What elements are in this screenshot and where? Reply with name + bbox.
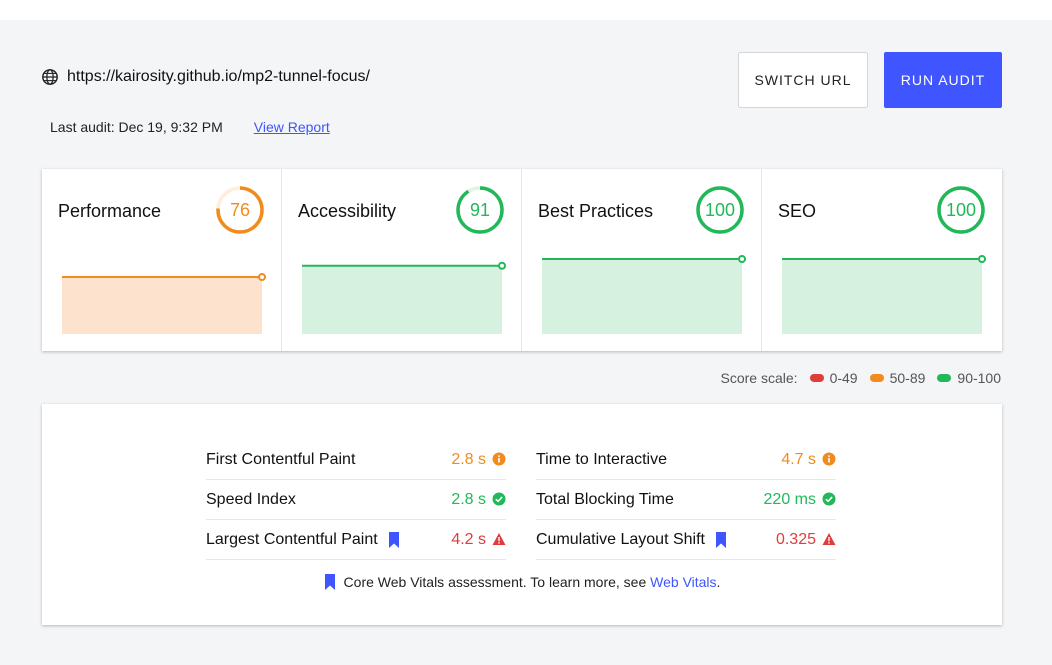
metric-row: First Contentful Paint 2.8 s bbox=[206, 440, 506, 480]
score-history-chart bbox=[542, 255, 746, 334]
score-cards: Performance 76 Accessibility 91 Best Pra… bbox=[42, 169, 1002, 351]
metric-label: Speed Index bbox=[206, 490, 296, 508]
metric-label-group: Largest Contentful Paint bbox=[206, 531, 400, 549]
scale-dot-poor bbox=[809, 374, 824, 382]
card-title: Accessibility bbox=[298, 201, 397, 221]
metrics-column-left: First Contentful Paint 2.8 s Speed Index 2.… bbox=[206, 440, 506, 560]
card-accessibility[interactable]: Accessibility 91 bbox=[282, 169, 522, 351]
history-point bbox=[258, 273, 266, 281]
view-report-link[interactable]: View Report bbox=[254, 119, 330, 135]
scale-range-average: 50-89 bbox=[889, 370, 926, 386]
score-scale-label: Score scale: bbox=[720, 370, 798, 386]
metric-label-group: Time to Interactive bbox=[536, 451, 667, 469]
metric-label-group: Total Blocking Time bbox=[536, 491, 674, 509]
metric-row: Cumulative Layout Shift 0.325 bbox=[536, 520, 836, 560]
score-history-chart bbox=[782, 255, 986, 334]
footnote-period: . bbox=[716, 574, 721, 590]
metric-value: 4.2 s bbox=[451, 530, 486, 548]
url-row: https://kairosity.github.io/mp2-tunnel-f… bbox=[41, 68, 370, 86]
history-point bbox=[498, 261, 506, 270]
globe-icon bbox=[42, 69, 58, 85]
scale-range-poor: 0-49 bbox=[829, 370, 858, 386]
metric-label-group: First Contentful Paint bbox=[206, 451, 355, 469]
score-value: 100 bbox=[704, 199, 736, 220]
metric-row: Largest Contentful Paint 4.2 s bbox=[206, 520, 506, 560]
run-audit-button[interactable]: RUN AUDIT bbox=[884, 52, 1002, 108]
info-circle-icon bbox=[492, 452, 506, 466]
audited-url: https://kairosity.github.io/mp2-tunnel-f… bbox=[67, 68, 370, 85]
switch-url-button[interactable]: SWITCH URL bbox=[738, 52, 868, 108]
history-point bbox=[978, 255, 986, 263]
metric-value: 2.8 s bbox=[451, 490, 486, 508]
metrics-column-right: Time to Interactive 4.7 s Total Blocking T… bbox=[536, 440, 836, 560]
history-area bbox=[542, 259, 742, 334]
metric-value: 2.8 s bbox=[451, 450, 486, 468]
metric-row: Time to Interactive 4.7 s bbox=[536, 440, 836, 480]
metric-value: 4.7 s bbox=[781, 450, 816, 468]
score-history-chart bbox=[62, 273, 266, 334]
metric-value: 220 ms bbox=[763, 490, 816, 508]
metric-label: Total Blocking Time bbox=[536, 490, 674, 508]
check-circle-icon bbox=[822, 492, 836, 506]
history-area bbox=[782, 259, 982, 334]
footnote-text: Core Web Vitals assessment. To learn mor… bbox=[343, 574, 647, 590]
metric-label: First Contentful Paint bbox=[206, 450, 356, 468]
score-value: 91 bbox=[469, 199, 491, 220]
metric-label-group: Cumulative Layout Shift bbox=[536, 531, 727, 549]
card-title: SEO bbox=[778, 201, 817, 221]
bookmark-icon bbox=[715, 531, 726, 548]
card-seo[interactable]: SEO 100 bbox=[762, 169, 1002, 351]
metric-value: 0.325 bbox=[775, 530, 816, 548]
metrics-panel: First Contentful Paint 2.8 s Speed Index 2.… bbox=[42, 404, 1002, 625]
score-value: 76 bbox=[229, 199, 251, 220]
bookmark-icon bbox=[324, 574, 335, 590]
core-web-vitals-note: Core Web Vitals assessment. To learn mor… bbox=[42, 574, 1002, 590]
metric-row: Total Blocking Time 220 ms bbox=[536, 480, 836, 520]
metric-label: Time to Interactive bbox=[536, 450, 668, 468]
bookmark-icon bbox=[388, 531, 399, 548]
metric-label-group: Speed Index bbox=[206, 491, 296, 509]
score-value: 100 bbox=[945, 199, 977, 220]
metric-label: Cumulative Layout Shift bbox=[536, 530, 705, 548]
score-scale-legend: Score scale: 0-49 50-89 90-100 bbox=[721, 370, 1001, 386]
check-circle-icon bbox=[492, 492, 506, 506]
last-audit-text: Last audit: Dec 19, 9:32 PM bbox=[50, 119, 223, 135]
card-title: Best Practices bbox=[538, 201, 654, 221]
history-area bbox=[62, 277, 262, 334]
web-vitals-link[interactable]: Web Vitals bbox=[650, 574, 716, 590]
card-performance[interactable]: Performance 76 bbox=[42, 169, 282, 351]
score-history-chart bbox=[302, 261, 506, 334]
history-area bbox=[302, 265, 502, 334]
scale-range-good: 90-100 bbox=[957, 370, 1001, 386]
card-best-practices[interactable]: Best Practices 100 bbox=[522, 169, 762, 351]
scale-dot-average bbox=[869, 374, 884, 382]
top-bar bbox=[0, 0, 1052, 20]
metric-row: Speed Index 2.8 s bbox=[206, 480, 506, 520]
history-point bbox=[738, 255, 746, 263]
warning-triangle-icon bbox=[492, 533, 506, 545]
scale-dot-good bbox=[937, 374, 952, 382]
last-audit-row: Last audit: Dec 19, 9:32 PM View Report bbox=[50, 119, 330, 135]
info-circle-icon bbox=[822, 452, 836, 466]
metric-label: Largest Contentful Paint bbox=[206, 530, 378, 548]
warning-triangle-icon bbox=[822, 533, 836, 545]
card-title: Performance bbox=[58, 201, 162, 221]
